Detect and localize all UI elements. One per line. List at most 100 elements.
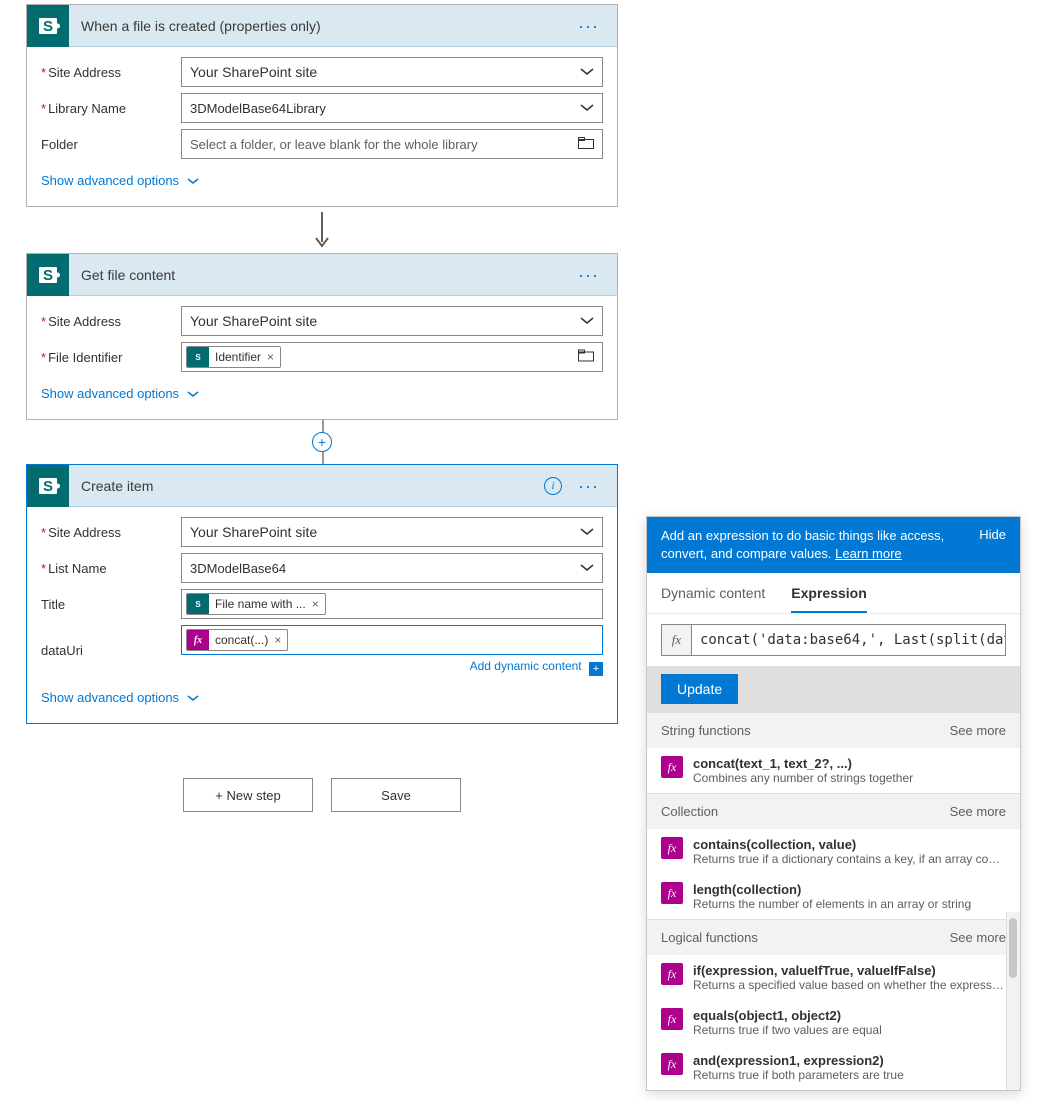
insert-step: + [26,420,618,464]
getfile-header[interactable]: S Get file content ··· [27,254,617,296]
fx-icon: fx [661,1053,683,1075]
add-dynamic-content-link[interactable]: Add dynamic content [470,659,582,673]
fx-icon: fx [661,882,683,904]
flyout-tabs: Dynamic content Expression [647,573,1020,614]
list-name-select[interactable]: 3DModelBase64 [181,553,603,583]
trigger-title: When a file is created (properties only) [69,18,572,34]
datauri-label: dataUri [41,643,181,658]
list-name-label: List Name [41,561,181,576]
library-name-select[interactable]: 3DModelBase64Library [181,93,603,123]
site-address-value: Your SharePoint site [190,64,317,80]
createitem-title: Create item [69,478,544,494]
info-icon[interactable]: i [544,477,562,495]
expression-token[interactable]: fx concat(...) × [186,629,288,651]
file-identifier-label: File Identifier [41,350,181,365]
getfile-card: S Get file content ··· Site Address Your… [26,253,618,420]
library-name-label: Library Name [41,101,181,116]
show-advanced-link[interactable]: Show advanced options [41,690,603,705]
fx-icon: fx [662,625,692,655]
fn-and[interactable]: fx and(expression1, expression2) Returns… [647,1045,1020,1090]
fn-equals[interactable]: fx equals(object1, object2) Returns true… [647,1000,1020,1045]
getfile-title: Get file content [69,267,572,283]
site-address-select[interactable]: Your SharePoint site [181,517,603,547]
createitem-card: S Create item i ··· Site Address Your Sh… [26,464,618,724]
expression-code: concat('data:base64,', Last(split(dataUr… [692,632,1005,648]
chevron-down-icon [187,386,199,401]
fn-if[interactable]: fx if(expression, valueIfTrue, valueIfFa… [647,955,1020,1000]
expression-input[interactable]: fx concat('data:base64,', Last(split(dat… [661,624,1006,656]
see-more-link[interactable]: See more [950,804,1006,819]
chevron-down-icon [580,528,594,536]
fx-icon: fx [661,963,683,985]
fn-contains[interactable]: fx contains(collection, value) Returns t… [647,829,1020,874]
see-more-link[interactable]: See more [950,930,1006,945]
tab-expression[interactable]: Expression [791,573,866,613]
filename-token[interactable]: S File name with ... × [186,593,326,615]
flow-arrow [26,207,618,253]
chevron-down-icon [187,173,199,188]
site-address-label: Site Address [41,525,181,540]
sharepoint-icon: S [27,254,69,296]
show-advanced-link[interactable]: Show advanced options [41,173,603,188]
fn-length[interactable]: fx length(collection) Returns the number… [647,874,1020,919]
section-logical-functions: Logical functions See more [647,919,1020,955]
show-advanced-link[interactable]: Show advanced options [41,386,603,401]
fx-icon: fx [661,756,683,778]
chevron-down-icon [580,564,594,572]
title-input[interactable]: S File name with ... × [181,589,603,619]
site-address-value: Your SharePoint site [190,313,317,329]
sharepoint-token-icon: S [187,346,209,368]
section-collection: Collection See more [647,793,1020,829]
folder-picker-icon[interactable] [578,136,594,152]
see-more-link[interactable]: See more [950,723,1006,738]
sharepoint-token-icon: S [187,593,209,615]
fx-icon: fx [661,837,683,859]
folder-picker-icon[interactable] [578,350,594,365]
new-step-button[interactable]: + New step [183,778,313,812]
chevron-down-icon [580,68,594,76]
fn-concat[interactable]: fx concat(text_1, text_2?, ...) Combines… [647,748,1020,793]
file-identifier-input[interactable]: S Identifier × [181,342,603,372]
update-row: Update [647,666,1020,712]
chevron-down-icon [187,690,199,705]
chevron-down-icon [580,317,594,325]
createitem-header[interactable]: S Create item i ··· [27,465,617,507]
trigger-header[interactable]: S When a file is created (properties onl… [27,5,617,47]
section-string-functions: String functions See more [647,712,1020,748]
folder-input[interactable]: Select a folder, or leave blank for the … [181,129,603,159]
save-button[interactable]: Save [331,778,461,812]
list-name-value: 3DModelBase64 [190,561,286,576]
flyout-header-text: Add an expression to do basic things lik… [661,528,944,561]
folder-label: Folder [41,137,181,152]
getfile-menu-icon[interactable]: ··· [572,266,617,284]
add-dynamic-plus-icon[interactable]: + [589,662,603,676]
flyout-header: Add an expression to do basic things lik… [647,517,1020,573]
sharepoint-icon: S [27,465,69,507]
update-button[interactable]: Update [661,674,738,704]
fx-icon: fx [661,1008,683,1030]
library-name-value: 3DModelBase64Library [190,101,326,116]
site-address-select[interactable]: Your SharePoint site [181,306,603,336]
site-address-select[interactable]: Your SharePoint site [181,57,603,87]
remove-token-icon[interactable]: × [272,633,287,647]
datauri-input[interactable]: fx concat(...) × [181,625,603,655]
scrollbar-thumb[interactable] [1009,918,1017,978]
folder-placeholder: Select a folder, or leave blank for the … [190,137,478,152]
learn-more-link[interactable]: Learn more [835,546,901,561]
sharepoint-icon: S [27,5,69,47]
tab-dynamic-content[interactable]: Dynamic content [661,573,765,613]
createitem-menu-icon[interactable]: ··· [572,477,617,495]
site-address-label: Site Address [41,314,181,329]
insert-step-button[interactable]: + [312,432,332,452]
site-address-label: Site Address [41,65,181,80]
footer-buttons: + New step Save [26,778,618,812]
trigger-menu-icon[interactable]: ··· [572,17,617,35]
site-address-value: Your SharePoint site [190,524,317,540]
remove-token-icon[interactable]: × [265,350,280,364]
hide-flyout-button[interactable]: Hide [979,527,1006,563]
fx-icon: fx [187,629,209,651]
expression-flyout: Add an expression to do basic things lik… [646,516,1021,1091]
title-label: Title [41,597,181,612]
identifier-token[interactable]: S Identifier × [186,346,281,368]
remove-token-icon[interactable]: × [310,597,325,611]
